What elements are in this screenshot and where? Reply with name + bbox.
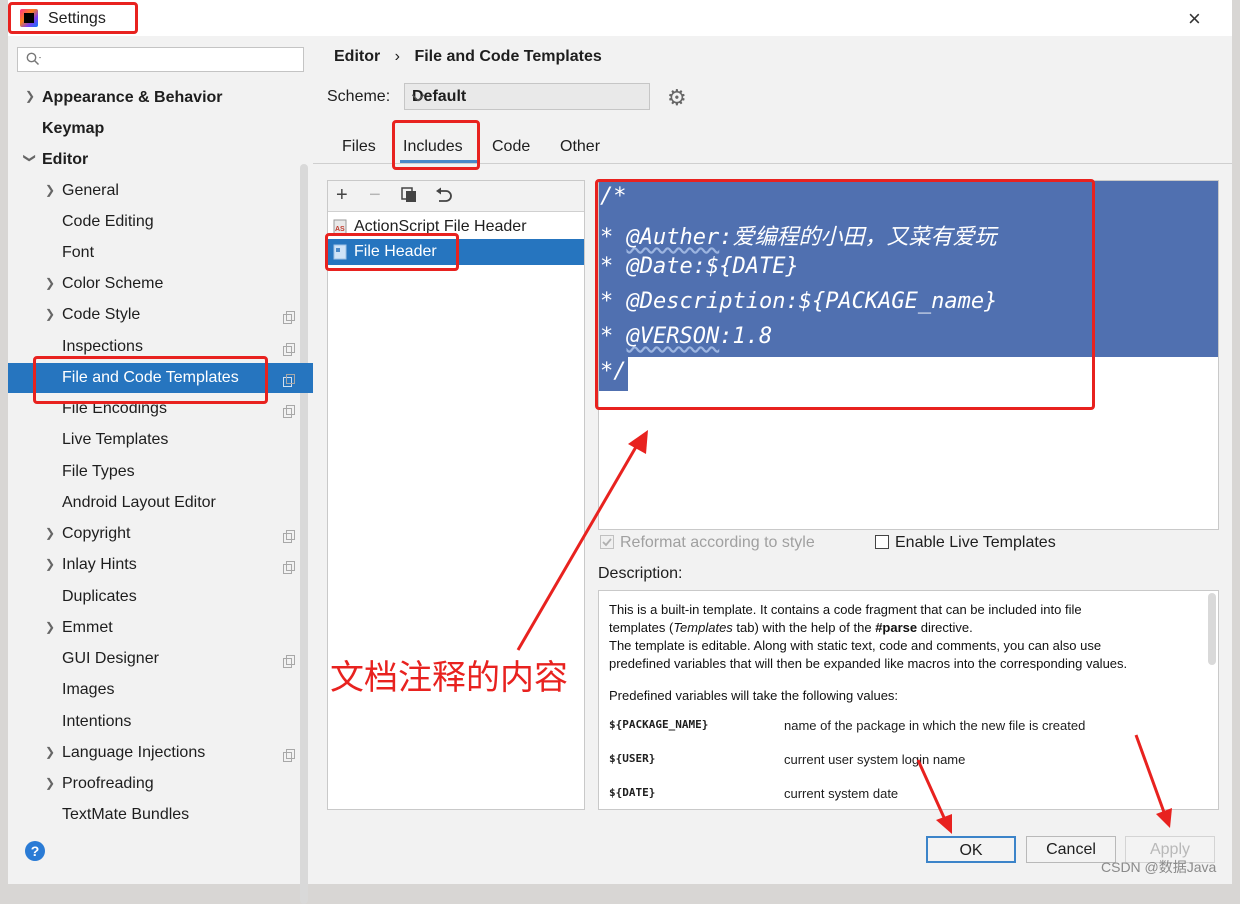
watermark: CSDN @数据Java [1101,859,1217,875]
settings-window: Settings × ❯ Appearance & Behavior Keyma… [8,0,1232,904]
annotation-arrows [516,430,1172,834]
